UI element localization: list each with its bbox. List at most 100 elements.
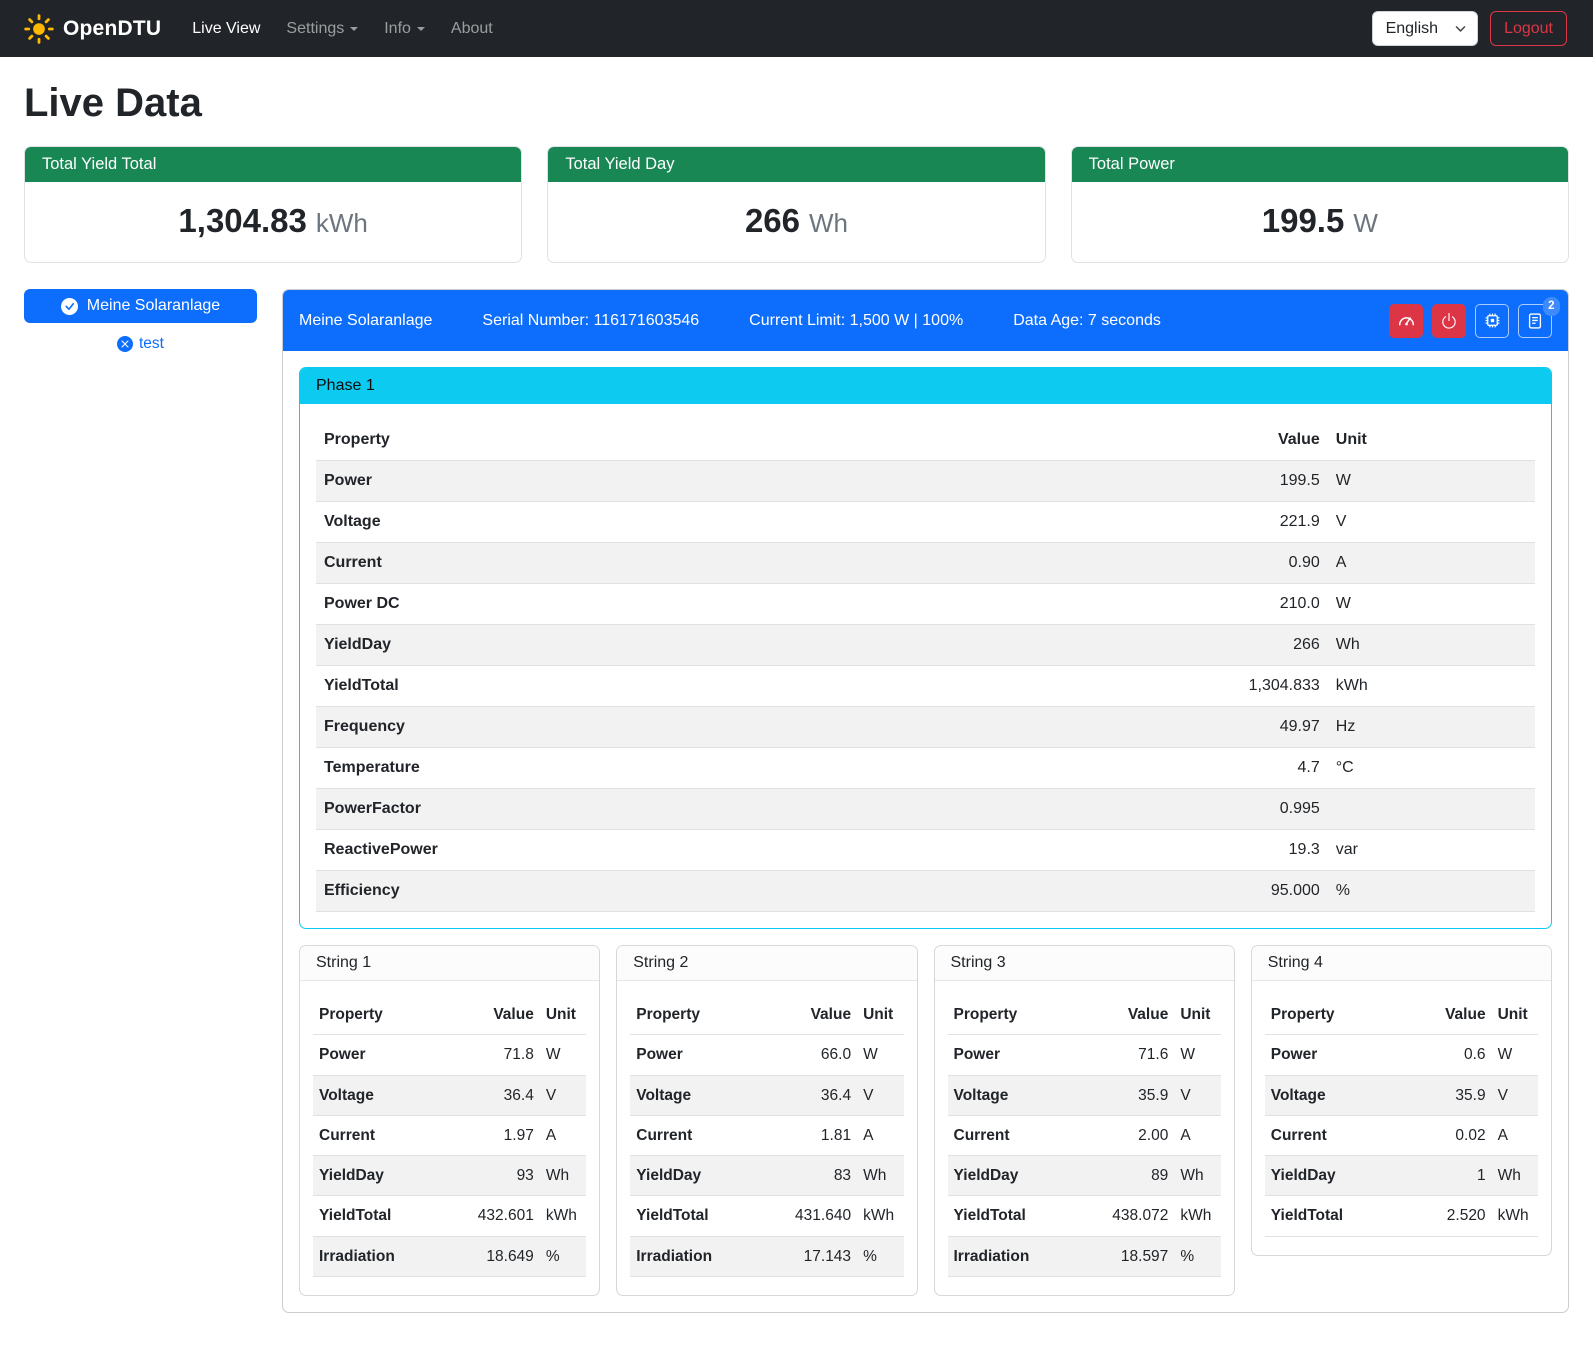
- column-header-property: Property: [313, 995, 441, 1035]
- value-cell: 35.9: [1393, 1075, 1491, 1115]
- value-cell: 19.3: [1194, 830, 1328, 871]
- column-header-unit: Unit: [857, 995, 903, 1035]
- summary-card-value: 266: [745, 202, 800, 239]
- value-cell: 66.0: [759, 1035, 857, 1075]
- table-row: Voltage 35.9 V: [1265, 1075, 1538, 1115]
- brand-name: OpenDTU: [63, 17, 161, 41]
- selected-inverter-label: Meine Solaranlage: [87, 297, 220, 315]
- table-row: YieldTotal 1,304.833 kWh: [316, 666, 1535, 707]
- value-cell: 1.97: [441, 1115, 539, 1155]
- unit-cell: A: [857, 1115, 903, 1155]
- event-log-button[interactable]: 2: [1518, 304, 1552, 338]
- string-table: Property Value Unit Power: [313, 995, 586, 1277]
- nav-info-dropdown[interactable]: Info: [373, 12, 436, 46]
- table-row: Temperature 4.7 °C: [316, 748, 1535, 789]
- table-row: Irradiation 18.649 %: [313, 1236, 586, 1276]
- string-card-title: String 3: [935, 946, 1234, 981]
- column-header-value: Value: [1076, 995, 1174, 1035]
- inverter-test-link[interactable]: test: [24, 335, 257, 353]
- table-row: YieldDay 89 Wh: [948, 1156, 1221, 1196]
- property-cell: Current: [948, 1115, 1076, 1155]
- chevron-down-icon: [350, 27, 358, 31]
- column-header-value: Value: [1194, 420, 1328, 461]
- inverter-select-button[interactable]: Meine Solaranlage: [24, 289, 257, 323]
- table-row: Voltage 221.9 V: [316, 502, 1535, 543]
- unit-cell: kWh: [1328, 666, 1535, 707]
- property-cell: Power: [313, 1035, 441, 1075]
- property-cell: Irradiation: [630, 1236, 758, 1276]
- unit-cell: %: [1174, 1236, 1220, 1276]
- nav-settings-dropdown[interactable]: Settings: [275, 12, 369, 46]
- table-row: Frequency 49.97 Hz: [316, 707, 1535, 748]
- summary-card-unit: W: [1353, 208, 1378, 238]
- table-header-row: Property Value Unit: [630, 995, 903, 1035]
- value-cell: 36.4: [759, 1075, 857, 1115]
- table-row: YieldDay 83 Wh: [630, 1156, 903, 1196]
- device-info-button[interactable]: [1475, 304, 1509, 338]
- power-icon: [1440, 312, 1458, 330]
- inverter-sidebar: Meine Solaranlage test: [24, 289, 257, 353]
- summary-card-title: Total Yield Day: [548, 147, 1044, 182]
- logout-button[interactable]: Logout: [1490, 11, 1567, 46]
- total-yield-day-card: Total Yield Day 266Wh: [547, 146, 1045, 263]
- property-cell: Efficiency: [316, 871, 1194, 912]
- unit-cell: var: [1328, 830, 1535, 871]
- unit-cell: V: [1492, 1075, 1538, 1115]
- unit-cell: kWh: [1174, 1196, 1220, 1236]
- table-row: YieldTotal 438.072 kWh: [948, 1196, 1221, 1236]
- property-cell: Power: [948, 1035, 1076, 1075]
- column-header-value: Value: [759, 995, 857, 1035]
- string-card-title: String 1: [300, 946, 599, 981]
- property-cell: YieldDay: [948, 1156, 1076, 1196]
- string-4-card: String 4 Property Value Unit: [1251, 945, 1552, 1256]
- property-cell: Current: [630, 1115, 758, 1155]
- table-row: Current 0.02 A: [1265, 1115, 1538, 1155]
- nav-settings-label: Settings: [286, 20, 344, 38]
- unit-cell: W: [540, 1035, 586, 1075]
- unit-cell: V: [1174, 1075, 1220, 1115]
- property-cell: YieldDay: [1265, 1156, 1393, 1196]
- summary-card-value: 199.5: [1262, 202, 1345, 239]
- value-cell: 95.000: [1194, 871, 1328, 912]
- table-row: Current 0.90 A: [316, 543, 1535, 584]
- inverter-name: Meine Solaranlage: [299, 312, 432, 330]
- property-cell: YieldDay: [630, 1156, 758, 1196]
- value-cell: 431.640: [759, 1196, 857, 1236]
- property-cell: YieldTotal: [630, 1196, 758, 1236]
- cpu-icon: [1483, 311, 1502, 330]
- unit-cell: W: [1492, 1035, 1538, 1075]
- property-cell: Irradiation: [948, 1236, 1076, 1276]
- nav-about[interactable]: About: [440, 12, 504, 46]
- unit-cell: kWh: [1492, 1196, 1538, 1236]
- limit-settings-button[interactable]: [1389, 304, 1423, 338]
- unit-cell: kWh: [540, 1196, 586, 1236]
- unit-cell: A: [1174, 1115, 1220, 1155]
- property-cell: Power: [630, 1035, 758, 1075]
- value-cell: 18.649: [441, 1236, 539, 1276]
- property-cell: Current: [1265, 1115, 1393, 1155]
- unit-cell: %: [857, 1236, 903, 1276]
- chevron-down-icon: [1454, 22, 1467, 35]
- brand-link[interactable]: OpenDTU: [24, 14, 161, 44]
- check-circle-icon: [61, 298, 78, 315]
- unit-cell: Wh: [1492, 1156, 1538, 1196]
- value-cell: 221.9: [1194, 502, 1328, 543]
- language-select[interactable]: English: [1372, 11, 1478, 46]
- value-cell: 17.143: [759, 1236, 857, 1276]
- unit-cell: Hz: [1328, 707, 1535, 748]
- phase-card-title: Phase 1: [300, 368, 1551, 404]
- summary-card-title: Total Yield Total: [25, 147, 521, 182]
- total-yield-total-card: Total Yield Total 1,304.83kWh: [24, 146, 522, 263]
- value-cell: 2.00: [1076, 1115, 1174, 1155]
- table-row: ReactivePower 19.3 var: [316, 830, 1535, 871]
- value-cell: 71.8: [441, 1035, 539, 1075]
- table-row: Current 1.97 A: [313, 1115, 586, 1155]
- table-row: Voltage 36.4 V: [313, 1075, 586, 1115]
- power-button[interactable]: [1432, 304, 1466, 338]
- unit-cell: V: [857, 1075, 903, 1115]
- property-cell: Voltage: [316, 502, 1194, 543]
- nav-live-view[interactable]: Live View: [181, 12, 271, 46]
- table-row: Efficiency 95.000 %: [316, 871, 1535, 912]
- unit-cell: W: [1328, 461, 1535, 502]
- property-cell: Current: [316, 543, 1194, 584]
